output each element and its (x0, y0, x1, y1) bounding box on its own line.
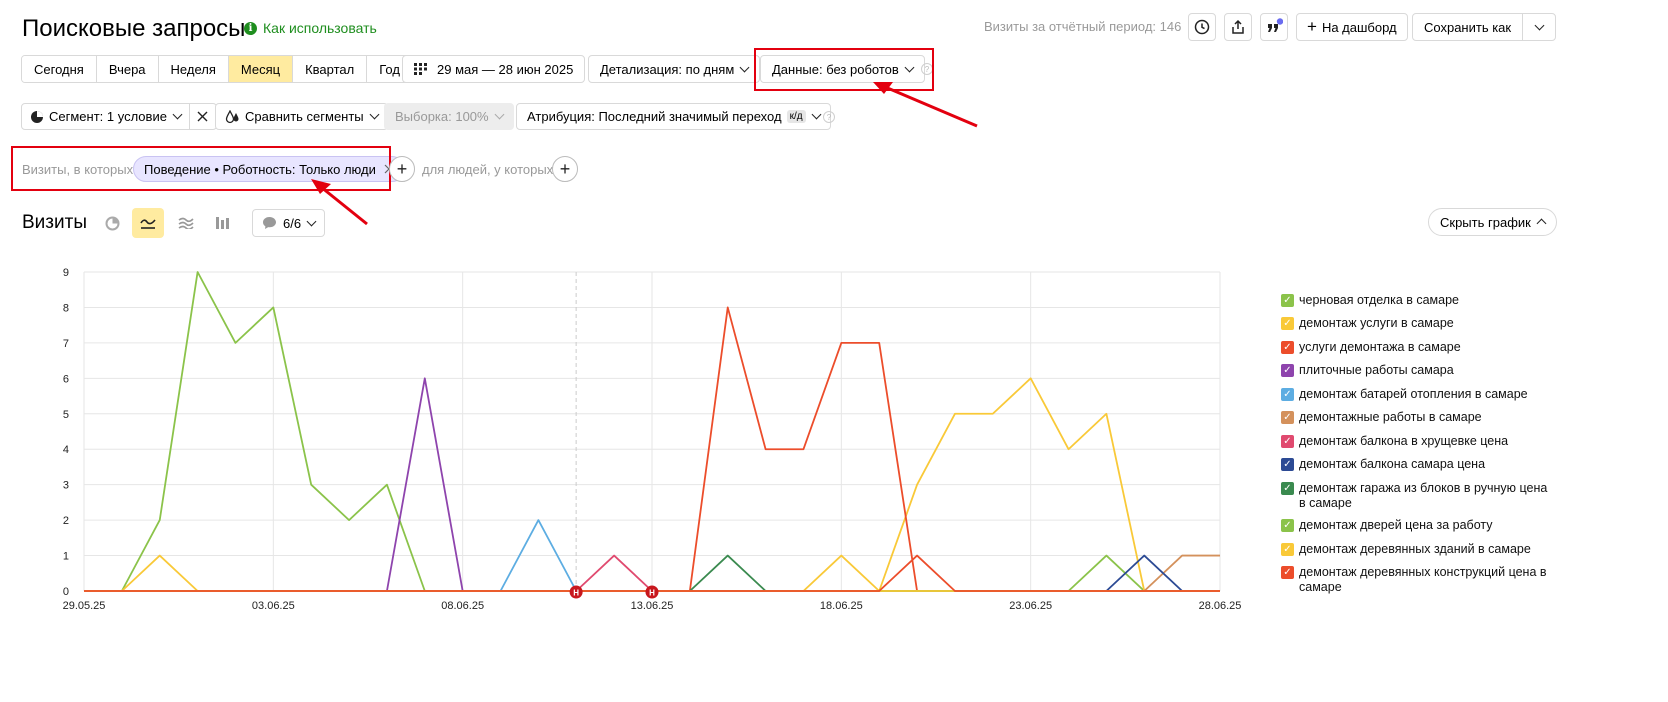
x-tick-label: 18.06.25 (820, 600, 863, 612)
legend-item[interactable]: ✓ демонтаж гаража из блоков в ручную цена… (1281, 481, 1551, 511)
legend-label: демонтаж балкона самара цена (1299, 457, 1486, 471)
legend-label: демонтаж дверей цена за работу (1299, 518, 1493, 532)
legend-label: демонтаж батарей отопления в самаре (1299, 387, 1528, 401)
x-tick-label: 08.06.25 (441, 600, 484, 612)
x-tick-label: 29.05.25 (63, 600, 106, 612)
y-tick-label: 3 (63, 480, 69, 492)
y-tick-label: 4 (63, 444, 69, 456)
legend-item[interactable]: ✓ услуги демонтажа в самаре (1281, 340, 1551, 355)
checkbox-icon[interactable]: ✓ (1281, 543, 1294, 556)
holiday-marker-label: H (573, 589, 579, 598)
x-tick-label: 03.06.25 (252, 600, 295, 612)
checkbox-icon[interactable]: ✓ (1281, 519, 1294, 532)
legend-label: демонтаж балкона в хрущевке цена (1299, 434, 1509, 448)
checkbox-icon[interactable]: ✓ (1281, 341, 1294, 354)
legend-item[interactable]: ✓ демонтаж балкона в хрущевке цена (1281, 434, 1551, 449)
y-tick-label: 5 (63, 409, 69, 421)
legend-label: черновая отделка в самаре (1299, 293, 1460, 307)
checkbox-icon[interactable]: ✓ (1281, 458, 1294, 471)
checkbox-icon[interactable]: ✓ (1281, 411, 1294, 424)
legend-item[interactable]: ✓ черновая отделка в самаре (1281, 293, 1551, 308)
chart-grid (83, 271, 1221, 592)
legend-item[interactable]: ✓ демонтаж батарей отопления в самаре (1281, 387, 1551, 402)
checkbox-icon[interactable]: ✓ (1281, 388, 1294, 401)
legend-item[interactable]: ✓ демонтаж балкона самара цена (1281, 457, 1551, 472)
legend-item[interactable]: ✓ демонтаж деревянных зданий в самаре (1281, 542, 1551, 557)
checkbox-icon[interactable]: ✓ (1281, 566, 1294, 579)
legend-label: услуги демонтажа в самаре (1299, 340, 1461, 354)
legend-item[interactable]: ✓ демонтаж деревянных конструкций цена в … (1281, 565, 1551, 595)
legend-label: демонтаж деревянных конструкций цена в с… (1299, 565, 1547, 594)
legend-label: демонтаж деревянных зданий в самаре (1299, 542, 1531, 556)
y-tick-label: 7 (63, 338, 69, 350)
y-tick-label: 9 (63, 267, 69, 279)
x-tick-label: 23.06.25 (1009, 600, 1052, 612)
y-tick-label: 1 (63, 551, 69, 563)
y-tick-label: 8 (63, 302, 69, 314)
legend-label: демонтажные работы в самаре (1299, 410, 1482, 424)
checkbox-icon[interactable]: ✓ (1281, 482, 1294, 495)
x-tick-label: 13.06.25 (631, 600, 674, 612)
holiday-marker-label: H (649, 589, 655, 598)
legend-item[interactable]: ✓ демонтажные работы в самаре (1281, 410, 1551, 425)
legend-item[interactable]: ✓ плиточные работы самара (1281, 363, 1551, 378)
legend-item[interactable]: ✓ демонтаж услуги в самаре (1281, 316, 1551, 331)
y-tick-label: 0 (63, 586, 69, 598)
legend-label: демонтаж услуги в самаре (1299, 316, 1454, 330)
checkbox-icon[interactable]: ✓ (1281, 317, 1294, 330)
checkbox-icon[interactable]: ✓ (1281, 294, 1294, 307)
checkbox-icon[interactable]: ✓ (1281, 435, 1294, 448)
y-tick-label: 2 (63, 515, 69, 527)
legend-label: демонтаж гаража из блоков в ручную цена … (1299, 481, 1548, 510)
legend-item[interactable]: ✓ демонтаж дверей цена за работу (1281, 518, 1551, 533)
x-tick-label: 28.06.25 (1199, 600, 1242, 612)
checkbox-icon[interactable]: ✓ (1281, 364, 1294, 377)
y-tick-label: 6 (63, 373, 69, 385)
legend-label: плиточные работы самара (1299, 363, 1454, 377)
